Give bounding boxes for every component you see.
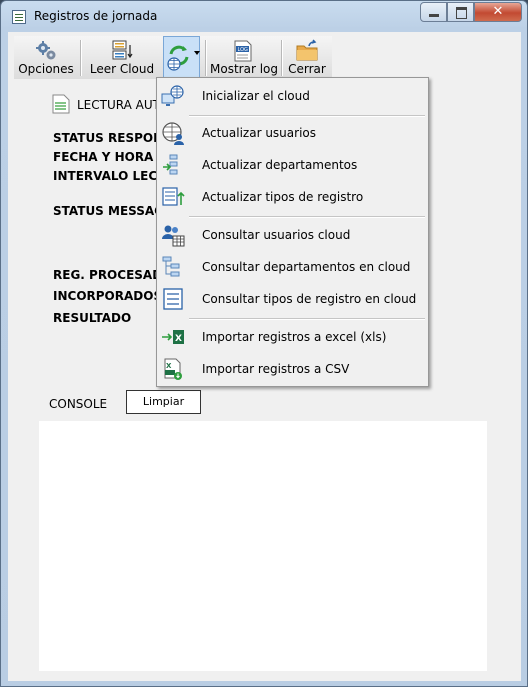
leer-cloud-button[interactable]: Leer Cloud: [85, 36, 159, 79]
update-users-icon: [162, 122, 184, 145]
menu-separator: [189, 115, 425, 116]
mostrar-log-label: Mostrar log: [210, 62, 278, 76]
svg-text:X: X: [166, 362, 172, 370]
main-window: Registros de jornada ✕ Opciones Leer Clo…: [0, 0, 528, 687]
update-record-types-icon: [162, 187, 185, 206]
cloud-menu-dropdown[interactable]: [163, 36, 200, 79]
read-cloud-icon: [112, 40, 133, 60]
limpiar-button[interactable]: Limpiar: [126, 390, 201, 414]
title-bar[interactable]: Registros de jornada ✕: [1, 1, 527, 31]
csv-import-icon: X: [164, 358, 182, 380]
menu-item-consultar-tipos[interactable]: Consultar tipos de registro en cloud: [157, 284, 428, 314]
log-file-icon: LOG: [234, 40, 252, 62]
minimize-button[interactable]: [420, 2, 447, 22]
menu-item-label: Importar registros a CSV: [202, 362, 350, 376]
svg-text:LOG: LOG: [238, 47, 249, 53]
reg-procesados-label: REG. PROCESADO: [53, 268, 173, 282]
toolbar: Opciones Leer Cloud LOG Mostrar log Cerr…: [14, 36, 332, 79]
menu-item-actualizar-departamentos[interactable]: Actualizar departamentos: [157, 150, 428, 180]
folder-exit-icon: [296, 39, 318, 61]
query-users-icon: [162, 225, 185, 247]
update-departments-icon: [163, 154, 178, 175]
menu-item-label: Actualizar departamentos: [202, 158, 358, 172]
menu-item-label: Actualizar usuarios: [202, 126, 317, 140]
menu-item-importar-csv[interactable]: X Importar registros a CSV: [157, 354, 428, 384]
svg-text:X: X: [175, 334, 182, 344]
toolbar-separator: [80, 40, 81, 76]
console-label: CONSOLE: [49, 397, 108, 411]
minimize-icon: [429, 14, 439, 17]
menu-separator: [189, 318, 425, 319]
query-departments-icon: [162, 256, 180, 277]
fecha-hora-label: FECHA Y HORA IN: [53, 150, 173, 164]
menu-item-consultar-departamentos[interactable]: Consultar departamentos en cloud: [157, 252, 428, 282]
menu-item-label: Inicializar el cloud: [202, 89, 310, 103]
menu-item-inicializar-cloud[interactable]: Inicializar el cloud: [157, 81, 428, 111]
opciones-button[interactable]: Opciones: [17, 36, 75, 79]
intervalo-label: INTERVALO LECT: [53, 169, 166, 183]
cerrar-label: Cerrar: [288, 62, 326, 76]
resultado-label: RESULTADO: [53, 311, 132, 325]
chevron-down-icon: [194, 51, 200, 55]
cloud-sync-icon: [167, 45, 189, 71]
cloud-init-icon: [161, 85, 184, 106]
gears-icon: [36, 41, 56, 60]
mostrar-log-button[interactable]: LOG Mostrar log: [210, 36, 278, 79]
cerrar-button[interactable]: Cerrar: [286, 36, 328, 79]
query-record-types-icon: [163, 288, 183, 310]
leer-cloud-label: Leer Cloud: [89, 62, 155, 76]
excel-import-icon: X: [162, 330, 184, 344]
opciones-label: Opciones: [18, 62, 74, 76]
menu-separator: [189, 216, 425, 217]
status-message-label: STATUS MESSAG: [53, 204, 165, 218]
menu-item-label: Consultar departamentos en cloud: [202, 260, 411, 274]
maximize-button[interactable]: [447, 2, 474, 22]
cloud-dropdown-menu: Inicializar el cloud Actualizar usuarios…: [156, 77, 429, 387]
incorporados-label: INCORPORADOS: [53, 289, 163, 303]
window-title: Registros de jornada: [34, 9, 158, 23]
menu-item-label: Importar registros a excel (xls): [202, 330, 387, 344]
menu-item-consultar-usuarios[interactable]: Consultar usuarios cloud: [157, 220, 428, 250]
menu-item-label: Consultar tipos de registro en cloud: [202, 292, 417, 306]
toolbar-separator: [205, 40, 206, 76]
menu-item-actualizar-tipos[interactable]: Actualizar tipos de registro: [157, 182, 428, 212]
document-icon: [52, 94, 70, 114]
menu-item-actualizar-usuarios[interactable]: Actualizar usuarios: [157, 118, 428, 148]
status-response-label: STATUS RESPON: [53, 131, 164, 145]
close-icon: ✕: [492, 4, 504, 19]
app-icon: [12, 10, 26, 24]
close-button[interactable]: ✕: [474, 2, 522, 22]
menu-item-label: Actualizar tipos de registro: [202, 190, 364, 204]
toolbar-separator: [281, 40, 282, 76]
menu-item-importar-excel[interactable]: X Importar registros a excel (xls): [157, 322, 428, 352]
console-output[interactable]: [39, 421, 487, 671]
maximize-icon: [456, 7, 467, 19]
menu-item-label: Consultar usuarios cloud: [202, 228, 351, 242]
